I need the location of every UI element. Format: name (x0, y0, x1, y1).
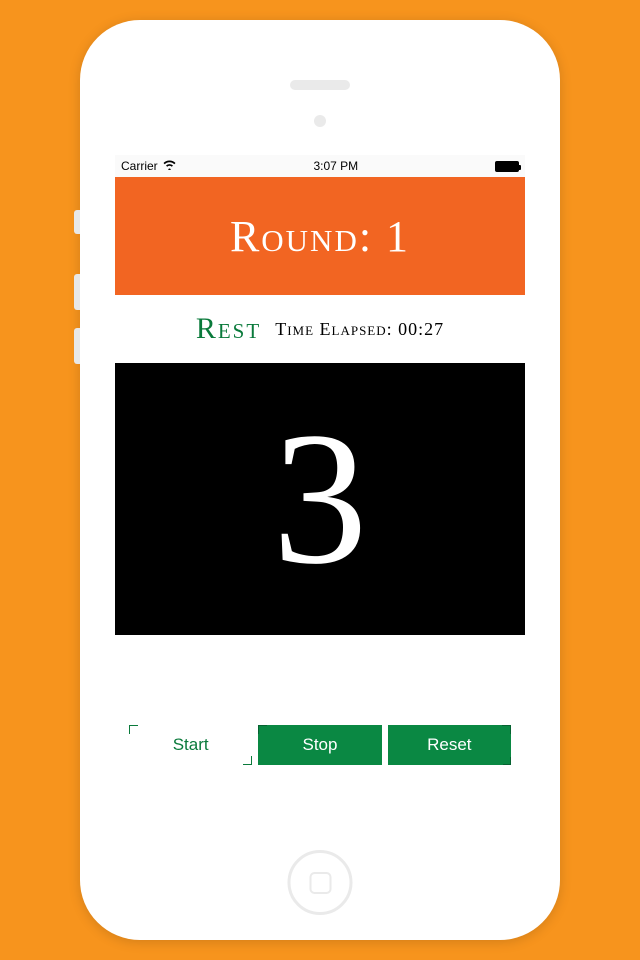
app-screen: Carrier 3:07 PM Round: 1 Rest Time Elaps… (115, 155, 525, 825)
countdown-panel: 3 (115, 363, 525, 635)
home-button-icon (309, 872, 331, 894)
info-row: Rest Time Elapsed: 00:27 (115, 295, 525, 363)
start-button[interactable]: Start (129, 725, 252, 765)
status-battery-group (495, 161, 519, 172)
controls-row: Start Stop Reset (129, 725, 511, 765)
status-time: 3:07 PM (313, 159, 358, 173)
home-button[interactable] (288, 850, 353, 915)
reset-button-label: Reset (427, 735, 471, 755)
start-button-label: Start (173, 735, 209, 755)
phone-side-buttons (74, 210, 80, 382)
round-banner: Round: 1 (115, 177, 525, 295)
state-label: Rest (196, 312, 261, 346)
stop-button-label: Stop (303, 735, 338, 755)
carrier-label: Carrier (121, 159, 158, 173)
wifi-icon (162, 159, 177, 173)
status-carrier-group: Carrier (121, 159, 177, 173)
round-label: Round: 1 (230, 211, 410, 262)
countdown-value: 3 (273, 404, 368, 594)
status-bar: Carrier 3:07 PM (115, 155, 525, 177)
phone-frame: Carrier 3:07 PM Round: 1 Rest Time Elaps… (80, 20, 560, 940)
battery-icon (495, 161, 519, 172)
stop-button[interactable]: Stop (258, 725, 381, 765)
phone-speaker (290, 80, 350, 90)
reset-button[interactable]: Reset (388, 725, 511, 765)
phone-camera (314, 115, 326, 127)
elapsed-label: Time Elapsed: 00:27 (275, 319, 444, 340)
